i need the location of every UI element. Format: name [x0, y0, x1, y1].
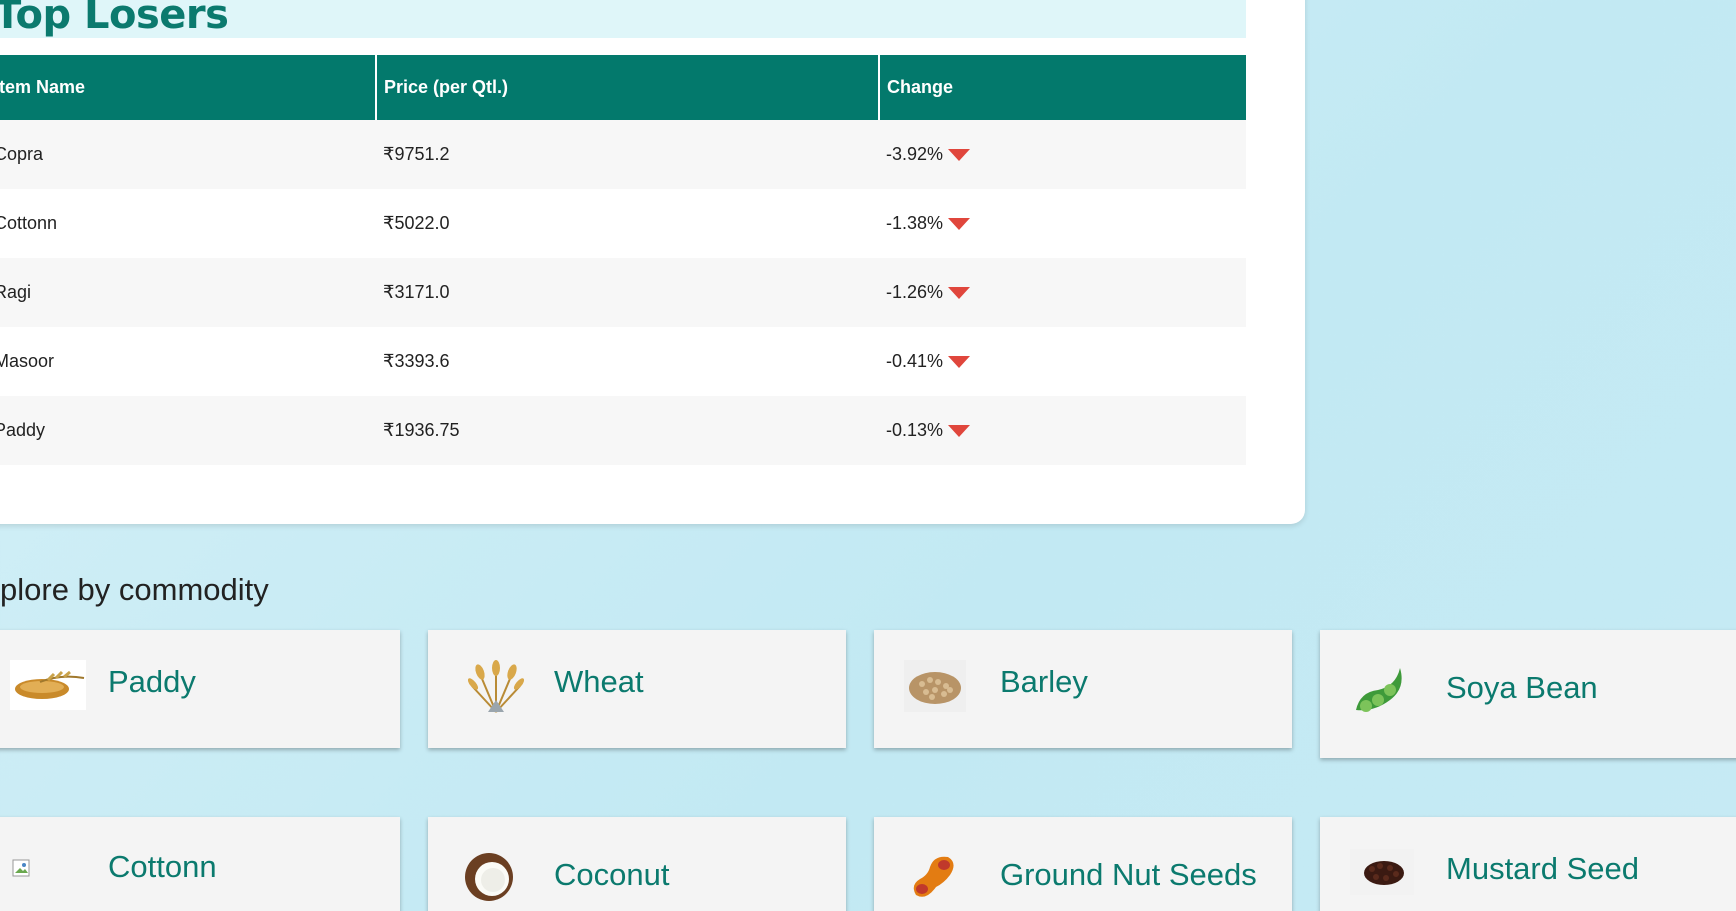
- top-losers-title-bar: Top Losers: [0, 0, 1246, 38]
- commodity-label: Barley: [1000, 664, 1088, 699]
- price-cell: ₹3171.0: [376, 258, 879, 327]
- commodity-label: Ground Nut Seeds: [1000, 857, 1257, 892]
- table-row[interactable]: Paddy ₹1936.75 -0.13%: [0, 396, 1246, 465]
- explore-heading: plore by commodity: [0, 572, 269, 607]
- commodity-card-coconut[interactable]: Coconut: [428, 817, 846, 911]
- top-losers-panel: Top Losers Item Name Price (per Qtl.) Ch…: [0, 0, 1305, 524]
- change-cell: -1.38%: [879, 189, 1246, 258]
- change-value: -0.13%: [886, 420, 944, 440]
- commodity-card-barley[interactable]: Barley: [874, 630, 1292, 748]
- commodity-card-soya-bean[interactable]: Soya Bean: [1320, 630, 1736, 758]
- item-name-cell: Ragi: [0, 258, 376, 327]
- change-value: -0.41%: [886, 351, 944, 371]
- table-header-row: Item Name Price (per Qtl.) Change: [0, 55, 1246, 120]
- column-header-change[interactable]: Change: [879, 55, 1246, 120]
- table-row[interactable]: Cottonn ₹5022.0 -1.38%: [0, 189, 1246, 258]
- change-value: -1.26%: [886, 282, 944, 302]
- change-value: -3.92%: [886, 144, 944, 164]
- item-name-cell: Cottonn: [0, 189, 376, 258]
- change-cell: -3.92%: [879, 120, 1246, 189]
- change-cell: -0.13%: [879, 396, 1246, 465]
- commodity-card-mustard-seed[interactable]: Mustard Seed: [1320, 817, 1736, 911]
- ground-nut-icon: [908, 851, 958, 903]
- barley-icon: [904, 660, 966, 712]
- down-arrow-icon: [948, 287, 971, 300]
- soya-bean-icon: [1350, 664, 1408, 718]
- commodity-card-ground-nut-seeds[interactable]: Ground Nut Seeds: [874, 817, 1292, 911]
- down-arrow-icon: [948, 425, 971, 438]
- commodity-label: Coconut: [554, 857, 670, 892]
- column-header-price[interactable]: Price (per Qtl.): [376, 55, 880, 120]
- top-losers-table: Item Name Price (per Qtl.) Change Copra …: [0, 55, 1246, 465]
- commodity-card-cottonn[interactable]: Cottonn: [0, 817, 400, 911]
- down-arrow-icon: [948, 218, 971, 231]
- paddy-icon: [10, 660, 86, 710]
- broken-image-icon: [12, 859, 32, 879]
- commodity-label: Soya Bean: [1446, 670, 1598, 705]
- down-arrow-icon: [948, 149, 971, 162]
- wheat-icon: [467, 660, 525, 714]
- price-cell: ₹1936.75: [376, 396, 879, 465]
- price-cell: ₹3393.6: [376, 327, 879, 396]
- mustard-seed-icon: [1350, 849, 1414, 895]
- down-arrow-icon: [948, 356, 971, 369]
- price-cell: ₹5022.0: [376, 189, 879, 258]
- change-cell: -1.26%: [879, 258, 1246, 327]
- table-row[interactable]: Copra ₹9751.2 -3.92%: [0, 120, 1246, 189]
- commodity-label: Mustard Seed: [1446, 851, 1639, 886]
- change-value: -1.38%: [886, 213, 944, 233]
- commodity-card-wheat[interactable]: Wheat: [428, 630, 846, 748]
- table-row[interactable]: Ragi ₹3171.0 -1.26%: [0, 258, 1246, 327]
- coconut-icon: [462, 851, 516, 903]
- top-losers-title: Top Losers: [0, 0, 229, 38]
- item-name-cell: Paddy: [0, 396, 376, 465]
- commodity-label: Cottonn: [108, 849, 217, 884]
- commodity-label: Paddy: [108, 664, 196, 699]
- item-name-cell: Masoor: [0, 327, 376, 396]
- change-cell: -0.41%: [879, 327, 1246, 396]
- table-row[interactable]: Masoor ₹3393.6 -0.41%: [0, 327, 1246, 396]
- price-cell: ₹9751.2: [376, 120, 879, 189]
- commodity-card-paddy[interactable]: Paddy: [0, 630, 400, 748]
- commodity-label: Wheat: [554, 664, 644, 699]
- column-header-item-name[interactable]: Item Name: [0, 55, 377, 120]
- item-name-cell: Copra: [0, 120, 376, 189]
